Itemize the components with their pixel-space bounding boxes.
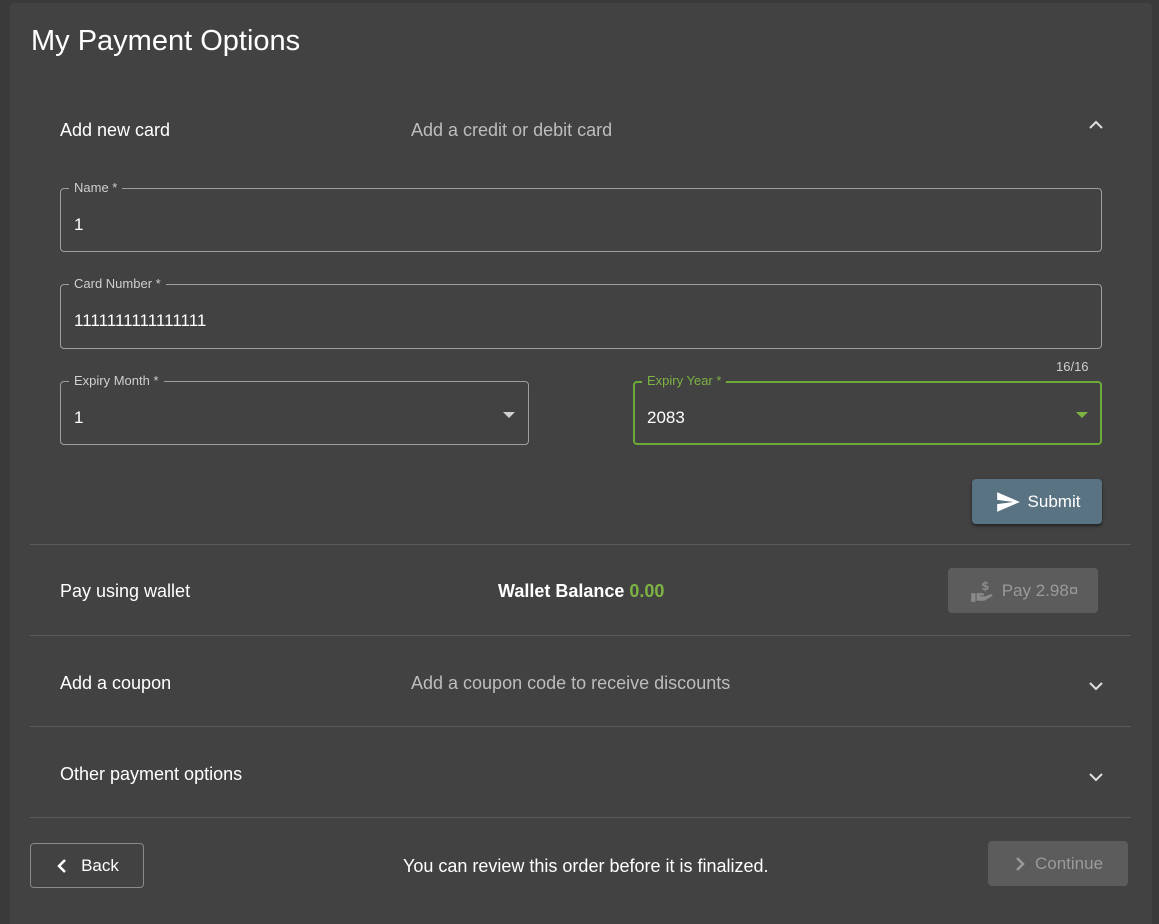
- chevron-down-icon[interactable]: [1086, 767, 1106, 787]
- add-card-title: Add new card: [60, 120, 171, 140]
- wallet-balance-amount: 0.00: [629, 581, 665, 601]
- payment-hand-icon: $: [970, 578, 993, 602]
- card-number-field[interactable]: Card Number * 1111111111111111: [60, 277, 1102, 349]
- coupon-header[interactable]: Add a coupon Add a coupon code to receiv…: [30, 636, 1131, 727]
- payment-options-card: My Payment Options Add new card Add a cr…: [10, 3, 1152, 924]
- wallet-balance: Wallet Balance 0.00: [498, 581, 664, 602]
- continue-label: Continue: [1034, 853, 1104, 873]
- submit-button[interactable]: Submit: [972, 479, 1102, 524]
- back-button[interactable]: Back: [30, 843, 144, 888]
- expiry-month-select[interactable]: Expiry Month * 1: [60, 374, 529, 445]
- chevron-down-icon[interactable]: [1086, 676, 1106, 696]
- expiry-year-label: Expiry Year *: [642, 374, 727, 388]
- add-card-subtitle: Add a credit or debit card: [411, 120, 613, 140]
- card-number-label: Card Number *: [69, 277, 166, 291]
- chevron-up-icon[interactable]: [1086, 115, 1106, 135]
- continue-button[interactable]: Continue: [988, 841, 1128, 886]
- chevron-left-icon: [57, 858, 66, 873]
- other-options-title: Other payment options: [60, 764, 243, 784]
- dropdown-arrow-icon: [1076, 412, 1088, 418]
- divider: [30, 817, 1131, 818]
- coupon-subtitle: Add a coupon code to receive discounts: [411, 673, 731, 693]
- name-label: Name *: [69, 181, 123, 195]
- submit-label: Submit: [1027, 491, 1081, 511]
- send-icon: [996, 491, 1020, 512]
- expiry-month-label: Expiry Month *: [69, 374, 164, 388]
- dropdown-arrow-icon: [503, 412, 515, 418]
- add-card-header[interactable]: Add new card Add a credit or debit card: [30, 83, 1131, 174]
- other-options-header[interactable]: Other payment options: [30, 727, 1131, 818]
- chevron-right-icon: [1016, 856, 1025, 871]
- back-label: Back: [81, 855, 119, 875]
- review-note: You can review this order before it is f…: [403, 856, 769, 876]
- card-number-counter: 16/16: [1056, 359, 1089, 374]
- name-value: 1: [74, 215, 84, 234]
- expiry-year-value: 2083: [647, 408, 685, 427]
- svg-text:$: $: [981, 578, 989, 592]
- expiry-year-select[interactable]: Expiry Year * 2083: [633, 374, 1102, 445]
- wallet-title: Pay using wallet: [60, 581, 191, 601]
- name-field[interactable]: Name * 1: [60, 181, 1102, 252]
- page-title: My Payment Options: [31, 25, 301, 57]
- card-number-value: 1111111111111111: [74, 311, 207, 330]
- pay-wallet-button[interactable]: $ Pay 2.98¤: [948, 568, 1098, 613]
- expiry-month-value: 1: [74, 408, 84, 427]
- pay-label: Pay 2.98¤: [1001, 580, 1079, 600]
- coupon-title: Add a coupon: [60, 673, 172, 693]
- wallet-balance-label: Wallet Balance: [498, 581, 625, 601]
